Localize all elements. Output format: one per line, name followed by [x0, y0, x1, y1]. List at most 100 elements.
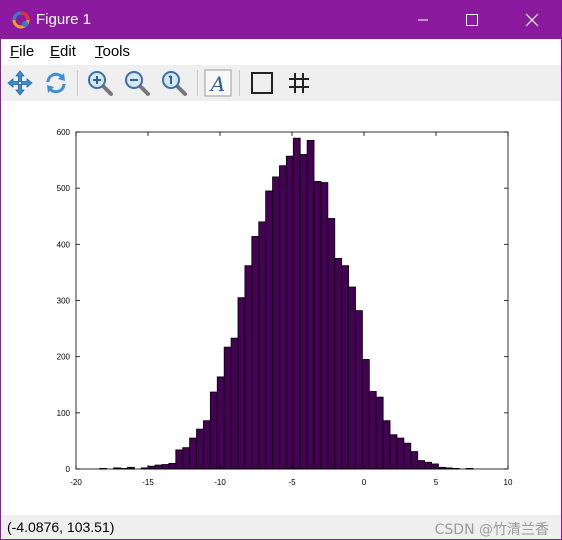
- histogram-bar: [230, 337, 239, 470]
- histogram-bar: [203, 420, 211, 470]
- histogram-bar: [341, 265, 349, 470]
- histogram-bar: [279, 165, 287, 470]
- menu-file-mnemonic: F: [10, 43, 20, 60]
- histogram-bar: [389, 434, 398, 470]
- histogram-bar: [251, 236, 260, 470]
- zoom-in-button[interactable]: [85, 68, 115, 98]
- histogram-bar: [209, 391, 218, 470]
- histogram-bar: [147, 465, 156, 470]
- maximize-button[interactable]: [449, 1, 495, 39]
- histogram-bar: [223, 346, 232, 470]
- y-tick-label: 300: [57, 297, 71, 306]
- x-tick-label: -10: [214, 478, 226, 487]
- toolbar-separator: [239, 70, 240, 96]
- text-insert-button[interactable]: A: [203, 68, 233, 98]
- histogram-bar: [161, 464, 170, 470]
- histogram-bar: [313, 181, 322, 470]
- axes-box-button[interactable]: [247, 68, 277, 98]
- histogram-bar: [299, 154, 308, 470]
- histogram-bar: [431, 463, 439, 470]
- close-button[interactable]: [509, 1, 555, 39]
- window-title: Figure 1: [36, 11, 92, 28]
- menu-edit-mnemonic: E: [50, 43, 61, 60]
- zoom-in-icon: [88, 71, 113, 96]
- y-tick-label: 600: [57, 128, 71, 137]
- histogram-bar: [265, 190, 273, 470]
- histogram-bar: [272, 176, 280, 470]
- histogram-bar: [417, 460, 426, 470]
- histogram-bar: [327, 218, 336, 470]
- menu-edit[interactable]: Edit: [50, 43, 76, 60]
- histogram-bar: [382, 420, 391, 470]
- x-tick-label: -15: [142, 478, 154, 487]
- menu-file-label: ile: [19, 43, 35, 60]
- histogram-bar: [196, 428, 204, 470]
- octave-logo-icon: [12, 11, 30, 29]
- menu-tools[interactable]: Tools: [95, 43, 130, 60]
- x-tick-label: -20: [70, 478, 82, 487]
- histogram-bar: [355, 310, 363, 470]
- histogram-bar: [175, 449, 184, 470]
- minimize-button[interactable]: [400, 1, 446, 39]
- histogram-bar: [424, 461, 432, 470]
- histogram-bar: [168, 462, 177, 470]
- histogram-bar: [375, 396, 384, 470]
- text-insert-glyph: A: [209, 72, 225, 96]
- histogram-bar: [320, 182, 329, 470]
- y-tick-label: 400: [57, 240, 71, 249]
- status-bar: (-4.0876, 103.51) CSDN @竹清兰香: [1, 515, 561, 539]
- histogram-bar: [285, 155, 294, 470]
- menu-file[interactable]: File: [10, 43, 34, 60]
- cursor-coordinates: (-4.0876, 103.51): [7, 519, 115, 535]
- grid-icon: [289, 73, 309, 93]
- y-tick-label: 0: [66, 465, 71, 474]
- plot-canvas[interactable]: -20 -15 -10 -5 0 5 10 0 100 200 300 400 500 600: [1, 101, 561, 515]
- x-tick-label: 10: [504, 478, 513, 487]
- title-bar[interactable]: Figure 1: [1, 1, 561, 39]
- zoom-reset-icon: [162, 71, 187, 96]
- pan-icon: [7, 70, 33, 96]
- menu-tools-label: ools: [102, 43, 131, 60]
- histogram-bar: [189, 437, 197, 470]
- x-tick-label: 0: [362, 478, 367, 487]
- histogram-bar: [244, 265, 253, 470]
- text-insert-icon: A: [204, 69, 232, 97]
- toolbar-separator: [197, 70, 198, 96]
- histogram-bar: [334, 257, 343, 470]
- histogram-bar: [237, 297, 246, 470]
- rotate-button[interactable]: [41, 68, 71, 98]
- y-tick-label: 200: [57, 353, 71, 362]
- histogram-bar: [258, 221, 267, 470]
- histogram-bar: [182, 447, 191, 470]
- histogram-bar: [403, 442, 412, 470]
- zoom-out-icon: [125, 71, 150, 96]
- histogram-bar: [154, 464, 163, 470]
- y-tick-label: 100: [57, 409, 71, 418]
- toolbar-separator: [77, 70, 78, 96]
- histogram-bar: [362, 359, 370, 470]
- toolbar: A: [1, 65, 561, 101]
- x-tick-label: -5: [288, 478, 296, 487]
- y-tick-label: 500: [57, 184, 71, 193]
- histogram-bar: [292, 137, 301, 470]
- rotate-icon: [46, 72, 66, 94]
- grid-button[interactable]: [284, 68, 314, 98]
- histogram-bars: [99, 137, 474, 470]
- histogram-bar: [396, 437, 405, 470]
- histogram-bar: [348, 286, 356, 470]
- menu-bar: File Edit Tools: [1, 39, 561, 65]
- menu-tools-mnemonic: T: [95, 43, 103, 60]
- axes-box-icon: [251, 72, 273, 94]
- menu-edit-label: dit: [60, 43, 76, 60]
- pan-button[interactable]: [5, 68, 35, 98]
- histogram-bar: [368, 391, 377, 470]
- figure-window: Figure 1 File Edit Tools A -20 -15 -10 -…: [0, 0, 562, 540]
- histogram-bar: [216, 376, 225, 470]
- x-tick-label: 5: [434, 478, 439, 487]
- minimize-icon: [418, 19, 428, 21]
- maximize-icon: [466, 14, 478, 26]
- zoom-out-button[interactable]: [122, 68, 152, 98]
- zoom-reset-button[interactable]: [159, 68, 189, 98]
- watermark: CSDN @竹清兰香: [434, 522, 549, 538]
- histogram-chart[interactable]: -20 -15 -10 -5 0 5 100100200300400500600: [1, 101, 561, 515]
